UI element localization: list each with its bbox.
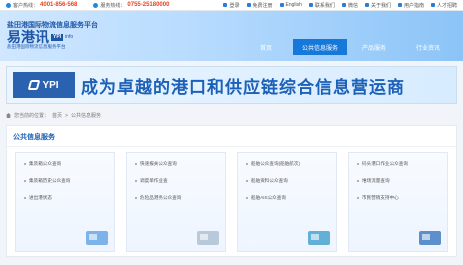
breadcrumb-current: 公共信息服务 (70, 113, 101, 119)
bullet-icon (24, 180, 26, 182)
nav-home[interactable]: 首页 (239, 39, 293, 55)
top-link-contact[interactable]: 联系我们 (308, 2, 335, 9)
nav-public-info[interactable]: 公共信息服务 (293, 39, 347, 55)
bullet-icon (357, 197, 359, 199)
service-link[interactable]: 船舶公众查询(船舶航次) (246, 161, 328, 167)
top-link-jobs[interactable]: 人才招聘 (430, 2, 457, 9)
customer-hotline: 客户热线： 4001-856-568 (6, 2, 77, 9)
service-link[interactable]: 码头港口作业公众查询 (357, 161, 439, 167)
bullet-icon (246, 197, 248, 199)
top-link-login[interactable]: 登录 (223, 2, 240, 9)
bullet-icon (135, 197, 137, 199)
terminal-illustration-icon (419, 231, 441, 245)
site-header: 盐田港国际物流信息服务平台 易港讯 YPI info 盐田港国际物流信息服务平台… (0, 11, 463, 61)
service-link[interactable]: 危险品港务公众查询 (135, 195, 217, 201)
service-link[interactable]: 快速报关公众查询 (135, 161, 217, 167)
public-info-panel: 公共信息服务 集装箱公众查询 集装箱历史公众查询 进出港状态 快速报关公众查询 … (6, 125, 457, 257)
register-icon (246, 3, 251, 7)
logo-info: info (65, 33, 74, 40)
service-link[interactable]: 集装箱公众查询 (24, 161, 106, 167)
top-link-guide[interactable]: 用户指南 (397, 2, 424, 9)
bullet-icon (135, 180, 137, 182)
bullet-icon (24, 163, 26, 165)
top-link-register[interactable]: 免费注册 (246, 2, 273, 9)
bullet-icon (246, 163, 248, 165)
ship-illustration-icon (308, 231, 330, 245)
user-icon (430, 3, 435, 7)
service-link[interactable]: 进出港状态 (24, 195, 106, 201)
bullet-icon (357, 180, 359, 182)
main-nav: 首页 公共信息服务 产品服务 行业资讯 (239, 39, 455, 55)
wechat-icon (341, 3, 346, 7)
login-icon (223, 3, 228, 7)
phone-icon (6, 2, 11, 8)
service-hotline: 服务热线： 0755-25180000 (93, 2, 169, 9)
contact-icon (308, 3, 313, 7)
bullet-icon (246, 180, 248, 182)
logo-title: 盐田港国际物流信息服务平台 (7, 22, 98, 30)
service-card-vessel: 船舶公众查询(船舶航次) 船舶资料公众查询 船舶AIS公众查询 (237, 152, 337, 252)
nav-products[interactable]: 产品服务 (347, 39, 401, 55)
top-link-english[interactable]: English (279, 2, 302, 8)
breadcrumb-home[interactable]: 首页 (52, 112, 62, 119)
hotline-number: 4001-856-568 (40, 2, 78, 8)
site-logo[interactable]: 盐田港国际物流信息服务平台 易港讯 YPI info 盐田港国际物流信息服务平台 (7, 22, 98, 50)
nav-news[interactable]: 行业资讯 (401, 39, 455, 55)
hotline-label: 客户热线： (13, 2, 39, 9)
home-icon (6, 113, 11, 118)
hero-banner: YPI 成为卓越的港口和供应链综合信息营运商 (6, 66, 457, 104)
service-number: 0755-25180000 (127, 2, 170, 8)
guide-icon (397, 3, 402, 7)
breadcrumb-separator: > (65, 112, 68, 119)
breadcrumb: 您当前的位置： 首页 > 公共信息服务 (0, 104, 463, 119)
service-link[interactable]: 船舶AIS公众查询 (246, 195, 328, 201)
ypi-logo: YPI (13, 72, 75, 98)
top-link-wechat[interactable]: 微信 (341, 2, 358, 9)
service-link[interactable]: 市民营销支持中心 (357, 195, 439, 201)
logo-tag: YPI (51, 33, 64, 41)
breadcrumb-prefix: 您当前的位置： (14, 113, 50, 119)
container-illustration-icon (86, 231, 108, 245)
logo-subtitle: 盐田港国际物流信息服务平台 (7, 44, 66, 50)
service-card-container: 集装箱公众查询 集装箱历史公众查询 进出港状态 (15, 152, 115, 252)
phone-icon (93, 2, 99, 8)
service-card-terminal: 码头港口作业公众查询 堆场流量查询 市民营销支持中心 (348, 152, 448, 252)
top-bar: 客户热线： 4001-856-568 服务热线： 0755-25180000 登… (0, 0, 463, 11)
panel-title: 公共信息服务 (7, 126, 456, 147)
service-link[interactable]: 堆场流量查询 (357, 178, 439, 184)
bullet-icon (24, 197, 26, 199)
service-link[interactable]: 集装箱历史公众查询 (24, 178, 106, 184)
service-link[interactable]: 船舶资料公众查询 (246, 178, 328, 184)
globe-icon (279, 3, 284, 7)
banner-slogan: 成为卓越的港口和供应链综合信息营运商 (81, 77, 405, 97)
bullet-icon (135, 163, 137, 165)
service-link[interactable]: 调度单作业查 (135, 178, 217, 184)
service-card-customs: 快速报关公众查询 调度单作业查 危险品港务公众查询 (126, 152, 226, 252)
about-icon (364, 3, 369, 7)
document-illustration-icon (197, 231, 219, 245)
ypi-mark-icon (28, 80, 41, 90)
logo-brand: 易港讯 YPI info (7, 29, 74, 46)
top-link-about[interactable]: 关于我们 (364, 2, 391, 9)
service-label: 服务热线： (100, 2, 126, 9)
bullet-icon (357, 163, 359, 165)
